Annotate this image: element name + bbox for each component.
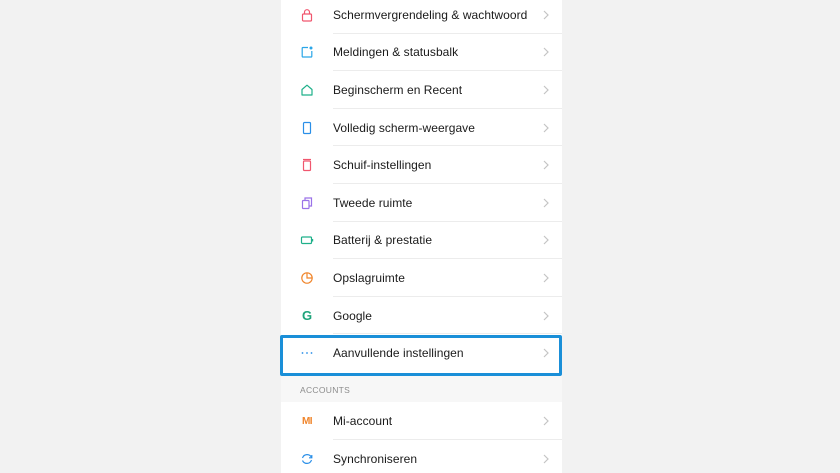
notification-icon xyxy=(299,34,315,72)
settings-item-label: Opslagruimte xyxy=(333,270,405,285)
settings-item-label: Google xyxy=(333,308,372,323)
settings-item-sync[interactable]: Synchroniseren xyxy=(281,440,562,473)
section-header-accounts: ACCOUNTS xyxy=(300,385,351,395)
chevron-right-icon xyxy=(542,403,550,441)
sync-icon xyxy=(299,440,315,473)
more-icon xyxy=(299,334,315,372)
chevron-right-icon xyxy=(542,184,550,222)
settings-item-label: Volledig scherm-weergave xyxy=(333,120,475,135)
settings-item-label: Synchroniseren xyxy=(333,451,418,466)
chevron-right-icon xyxy=(542,297,550,335)
chevron-right-icon xyxy=(542,34,550,72)
settings-item-additional-settings[interactable]: Aanvullende instellingen xyxy=(281,334,562,372)
settings-item-fullscreen[interactable]: Volledig scherm-weergave xyxy=(281,109,562,147)
chevron-right-icon xyxy=(542,222,550,260)
mi-icon: MI xyxy=(301,415,313,427)
settings-item-label: Aanvullende instellingen xyxy=(333,346,464,361)
settings-item-label: Tweede ruimte xyxy=(333,195,413,210)
settings-item-label: Meldingen & statusbalk xyxy=(333,45,459,60)
lock-icon xyxy=(299,0,315,34)
chevron-right-icon xyxy=(542,334,550,372)
settings-item-label: Schermvergrendeling & wachtwoord xyxy=(333,7,528,22)
chevron-right-icon xyxy=(542,440,550,473)
chevron-right-icon xyxy=(542,0,550,34)
settings-panel: Schermvergrendeling & wachtwoord Melding… xyxy=(281,0,562,473)
slider-icon xyxy=(299,146,315,184)
settings-item-mi-account[interactable]: MI Mi-account xyxy=(281,403,562,441)
settings-item-label: Batterij & prestatie xyxy=(333,233,433,248)
chevron-right-icon xyxy=(542,109,550,147)
settings-item-label: Beginscherm en Recent xyxy=(333,82,463,97)
chevron-right-icon xyxy=(542,146,550,184)
battery-icon xyxy=(299,222,315,260)
settings-item-label: Mi-account xyxy=(333,414,393,429)
chevron-right-icon xyxy=(542,259,550,297)
settings-item-lock-password[interactable]: Schermvergrendeling & wachtwoord xyxy=(281,0,562,34)
google-icon: G xyxy=(301,308,313,324)
settings-item-slider[interactable]: Schuif-instellingen xyxy=(281,146,562,184)
settings-item-label: Schuif-instellingen xyxy=(333,158,432,173)
settings-item-second-space[interactable]: Tweede ruimte xyxy=(281,184,562,222)
settings-item-home-screen[interactable]: Beginscherm en Recent xyxy=(281,71,562,109)
settings-item-notifications[interactable]: Meldingen & statusbalk xyxy=(281,34,562,72)
fullscreen-icon xyxy=(299,109,315,147)
settings-item-battery[interactable]: Batterij & prestatie xyxy=(281,222,562,260)
second-space-icon xyxy=(299,184,315,222)
home-icon xyxy=(299,71,315,109)
storage-icon xyxy=(299,259,315,297)
settings-item-google[interactable]: G Google xyxy=(281,297,562,335)
chevron-right-icon xyxy=(542,71,550,109)
settings-item-storage[interactable]: Opslagruimte xyxy=(281,259,562,297)
